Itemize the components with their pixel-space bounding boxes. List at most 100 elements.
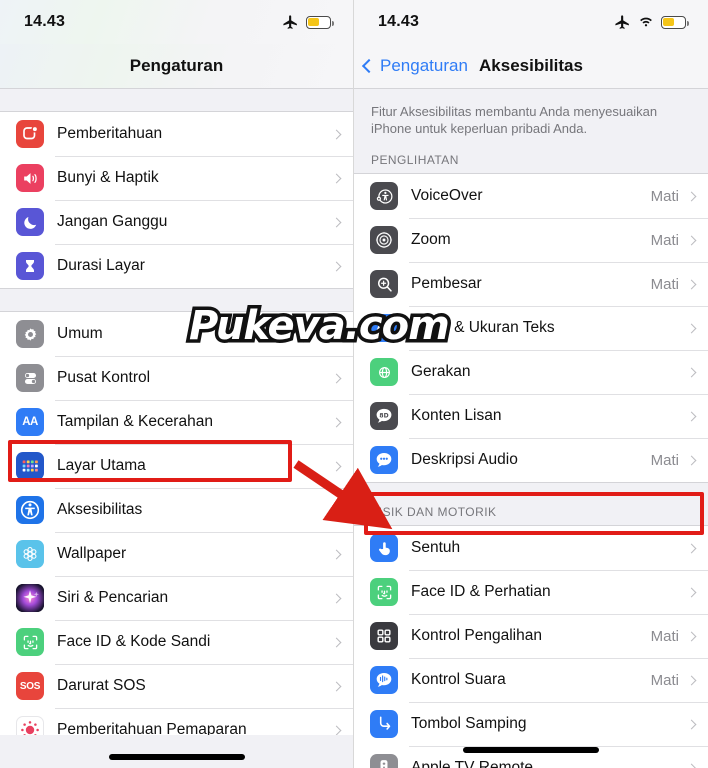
chevron-right-icon: [686, 631, 697, 641]
sidebar-item-label: Face ID & Kode Sandi: [57, 633, 211, 650]
general-gear-icon: [16, 320, 44, 348]
list-item-gerakan[interactable]: Gerakan: [354, 350, 708, 394]
list-item-value: Mati: [650, 231, 679, 249]
chevron-right-icon: [331, 129, 342, 139]
sidebar-item-darurat-sos[interactable]: SOS Darurat SOS: [0, 664, 353, 708]
sidebar-item-tampilan-kecerahan[interactable]: AA Tampilan & Kecerahan: [0, 400, 353, 444]
chevron-right-icon: [331, 417, 342, 427]
zoom-icon: [370, 226, 398, 254]
section-fisik-dan-motorik: Sentuh Face ID & Perhatian Kontrol Penga…: [354, 525, 708, 768]
audio-descriptions-icon: [370, 446, 398, 474]
left-home-indicator-area: [0, 735, 353, 768]
section-penglihatan: VoiceOver Mati Zoom Mati Pembesar Mati A…: [354, 173, 708, 483]
right-status-bar: 14.43: [354, 0, 708, 44]
list-item-voiceover[interactable]: VoiceOver Mati: [354, 174, 708, 218]
sidebar-item-layar-utama[interactable]: Layar Utama: [0, 444, 353, 488]
sidebar-item-aksesibilitas[interactable]: Aksesibilitas: [0, 488, 353, 532]
sidebar-item-face-id-kode-sandi[interactable]: Face ID & Kode Sandi: [0, 620, 353, 664]
sidebar-item-umum[interactable]: Umum: [0, 312, 353, 356]
emergency-sos-icon: SOS: [16, 672, 44, 700]
list-item-kontrol-pengalihan[interactable]: Kontrol Pengalihan Mati: [354, 614, 708, 658]
sidebar-item-label: Bunyi & Haptik: [57, 169, 159, 186]
list-item-value: Mati: [650, 187, 679, 205]
back-button[interactable]: Pengaturan: [361, 44, 468, 88]
chevron-right-icon: [331, 329, 342, 339]
motion-icon: [370, 358, 398, 386]
sidebar-item-label: Wallpaper: [57, 545, 127, 562]
screen-time-icon: [16, 252, 44, 280]
list-item-deskripsi-audio[interactable]: Deskripsi Audio Mati: [354, 438, 708, 482]
chevron-left-icon: [361, 58, 377, 74]
list-item-label: Kontrol Suara: [411, 671, 506, 688]
status-icons: [614, 14, 689, 31]
list-item-label: Face ID & Perhatian: [411, 583, 551, 600]
list-item-kontrol-suara[interactable]: Kontrol Suara Mati: [354, 658, 708, 702]
right-nav-bar: Pengaturan Aksesibilitas: [354, 44, 708, 88]
sidebar-item-label: Umum: [57, 325, 103, 342]
list-item-label: Tombol Samping: [411, 715, 527, 732]
list-top-gap: [0, 89, 353, 111]
status-icons: [282, 14, 334, 31]
face-id-attention-icon: [370, 578, 398, 606]
sidebar-item-siri-pencarian[interactable]: Siri & Pencarian: [0, 576, 353, 620]
list-item-konten-lisan[interactable]: 8D Konten Lisan: [354, 394, 708, 438]
list-item-layar-ukuran-teks[interactable]: AA Layar & Ukuran Teks: [354, 306, 708, 350]
sidebar-item-pemberitahuan[interactable]: Pemberitahuan: [0, 112, 353, 156]
chevron-right-icon: [331, 173, 342, 183]
sidebar-item-label: Pemberitahuan: [57, 125, 163, 142]
list-item-tombol-samping[interactable]: Tombol Samping: [354, 702, 708, 746]
notifications-icon: [16, 120, 44, 148]
sidebar-item-pusat-kontrol[interactable]: Pusat Kontrol: [0, 356, 353, 400]
chevron-right-icon: [686, 235, 697, 245]
battery-icon: [306, 15, 334, 29]
sidebar-item-jangan-ganggu[interactable]: Jangan Ganggu: [0, 200, 353, 244]
page-title: Aksesibilitas: [479, 56, 583, 75]
airplane-mode-icon: [282, 14, 299, 31]
display-text-size-icon: AA: [370, 314, 398, 342]
sidebar-item-label: Darurat SOS: [57, 677, 146, 694]
spoken-content-icon: 8D: [370, 402, 398, 430]
chevron-right-icon: [331, 505, 342, 515]
left-settings-list[interactable]: Pemberitahuan Bunyi & Haptik Jangan Gang…: [0, 89, 353, 768]
list-item-value: Mati: [650, 451, 679, 469]
chevron-right-icon: [331, 725, 342, 735]
touch-icon: [370, 534, 398, 562]
list-item-sentuh[interactable]: Sentuh: [354, 526, 708, 570]
page-title: Pengaturan: [129, 56, 224, 75]
svg-text:8D: 8D: [379, 412, 388, 419]
home-indicator[interactable]: [463, 747, 599, 753]
right-home-indicator-area: [354, 747, 708, 768]
home-indicator[interactable]: [108, 754, 245, 760]
sounds-haptics-icon: [16, 164, 44, 192]
list-item-label: Pembesar: [411, 275, 482, 292]
back-button-label: Pengaturan: [380, 56, 468, 75]
sidebar-item-label: Layar Utama: [57, 457, 146, 474]
chevron-right-icon: [686, 543, 697, 553]
sidebar-item-bunyi-haptik[interactable]: Bunyi & Haptik: [0, 156, 353, 200]
accessibility-icon: [16, 496, 44, 524]
chevron-right-icon: [331, 373, 342, 383]
group-gap: [0, 289, 353, 311]
chevron-right-icon: [686, 279, 697, 289]
list-item-zoom[interactable]: Zoom Mati: [354, 218, 708, 262]
magnifier-icon: [370, 270, 398, 298]
chevron-right-icon: [686, 587, 697, 597]
list-item-label: Gerakan: [411, 363, 471, 380]
settings-group-1: Pemberitahuan Bunyi & Haptik Jangan Gang…: [0, 111, 353, 289]
status-clock: 14.43: [24, 13, 66, 30]
sidebar-item-wallpaper[interactable]: Wallpaper: [0, 532, 353, 576]
chevron-right-icon: [331, 593, 342, 603]
wifi-icon: [638, 14, 654, 30]
list-item-label: Deskripsi Audio: [411, 451, 518, 468]
list-item-face-id-perhatian[interactable]: Face ID & Perhatian: [354, 570, 708, 614]
sidebar-item-durasi-layar[interactable]: Durasi Layar: [0, 244, 353, 288]
left-status-bar: 14.43: [0, 0, 353, 44]
list-item-label: Kontrol Pengalihan: [411, 627, 542, 644]
chevron-right-icon: [686, 411, 697, 421]
voiceover-icon: [370, 182, 398, 210]
voice-control-icon: [370, 666, 398, 694]
left-phone-settings-screen: 14.43 Pengaturan Pemberitahuan Bunyi & H…: [0, 0, 354, 768]
right-accessibility-list[interactable]: Fitur Aksesibilitas membantu Anda menyes…: [354, 89, 708, 768]
list-item-pembesar[interactable]: Pembesar Mati: [354, 262, 708, 306]
